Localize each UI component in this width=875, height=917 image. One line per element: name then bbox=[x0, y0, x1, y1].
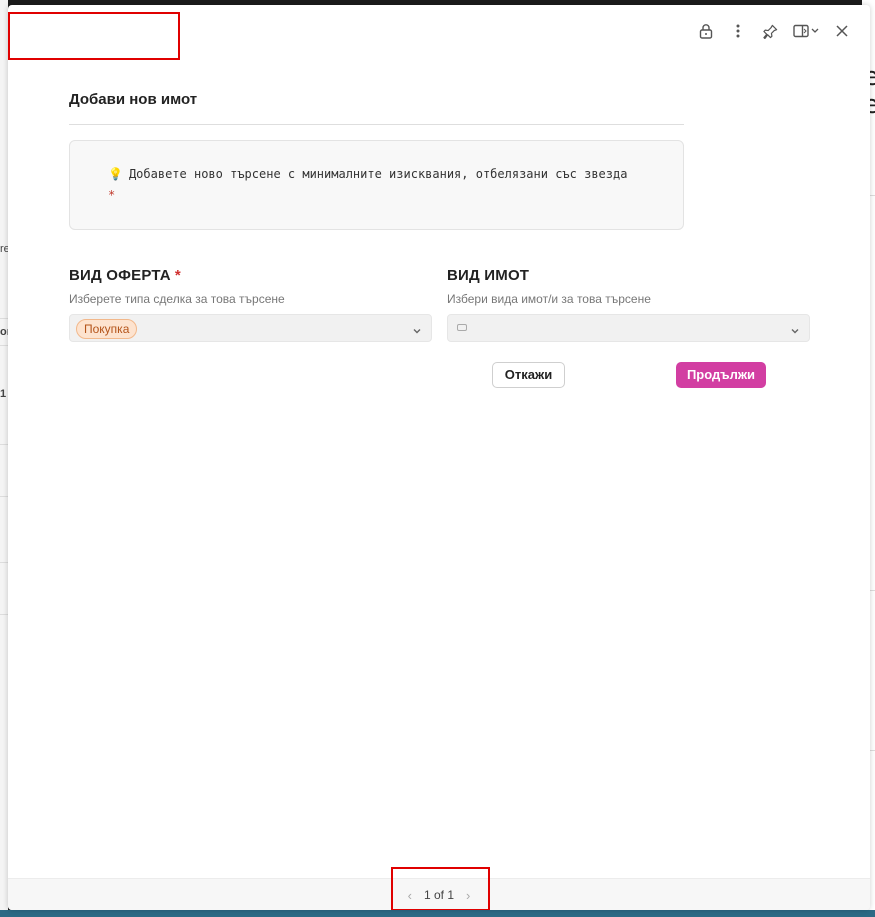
background-divider bbox=[0, 496, 8, 497]
view-mode-icon[interactable] bbox=[792, 21, 820, 41]
annotation-box-pagination bbox=[391, 867, 490, 910]
info-callout: 💡 Добавете ново търсене с минималните изи… bbox=[69, 140, 684, 230]
property-type-select[interactable] bbox=[447, 314, 810, 342]
offer-type-field: ВИД ОФЕРТА * Изберете типа сделка за това… bbox=[69, 267, 432, 342]
tag-icon bbox=[457, 324, 467, 331]
required-mark: * bbox=[174, 267, 181, 284]
modal-toolbar bbox=[696, 21, 852, 41]
background-divider bbox=[0, 562, 8, 563]
close-icon[interactable] bbox=[832, 21, 852, 41]
modal-title: Добави нов имот bbox=[69, 91, 198, 108]
background-divider bbox=[0, 444, 8, 445]
background-fragment: 1 bbox=[0, 388, 7, 400]
offer-type-help: Изберете типа сделка за това търсене bbox=[69, 292, 285, 306]
continue-button[interactable]: Продължи bbox=[676, 362, 766, 388]
background-divider bbox=[0, 614, 8, 615]
callout-text: Добавете ново търсене с минималните изис… bbox=[128, 167, 628, 181]
chevron-down-icon bbox=[412, 323, 422, 341]
offer-type-label: ВИД ОФЕРТА bbox=[69, 267, 171, 284]
offer-type-chip[interactable]: Покупка bbox=[76, 319, 138, 339]
add-property-modal: Добави нов имот 💡 Добавете ново търсене с… bbox=[8, 5, 870, 910]
property-type-label: ВИД ИМОТ bbox=[447, 267, 530, 284]
annotation-box-top bbox=[8, 12, 180, 60]
background-divider bbox=[0, 318, 8, 319]
background-app-left: re or 1 bbox=[0, 0, 11, 917]
background-divider bbox=[0, 345, 8, 346]
title-divider bbox=[69, 124, 684, 125]
property-type-field: ВИД ИМОТ Избери вида имот/и за това търс… bbox=[447, 267, 810, 342]
callout-required-mark: * bbox=[108, 188, 116, 202]
lightbulb-icon: 💡 bbox=[108, 167, 123, 181]
lock-icon[interactable] bbox=[696, 21, 716, 41]
cancel-button[interactable]: Откажи bbox=[492, 362, 565, 388]
more-vertical-icon[interactable] bbox=[728, 21, 748, 41]
pin-icon[interactable] bbox=[760, 21, 780, 41]
property-type-help: Избери вида имот/и за това търсене bbox=[447, 292, 651, 306]
chevron-down-icon bbox=[790, 323, 800, 341]
background-app-bottom bbox=[0, 910, 875, 917]
offer-type-select[interactable]: Покупка bbox=[69, 314, 432, 342]
